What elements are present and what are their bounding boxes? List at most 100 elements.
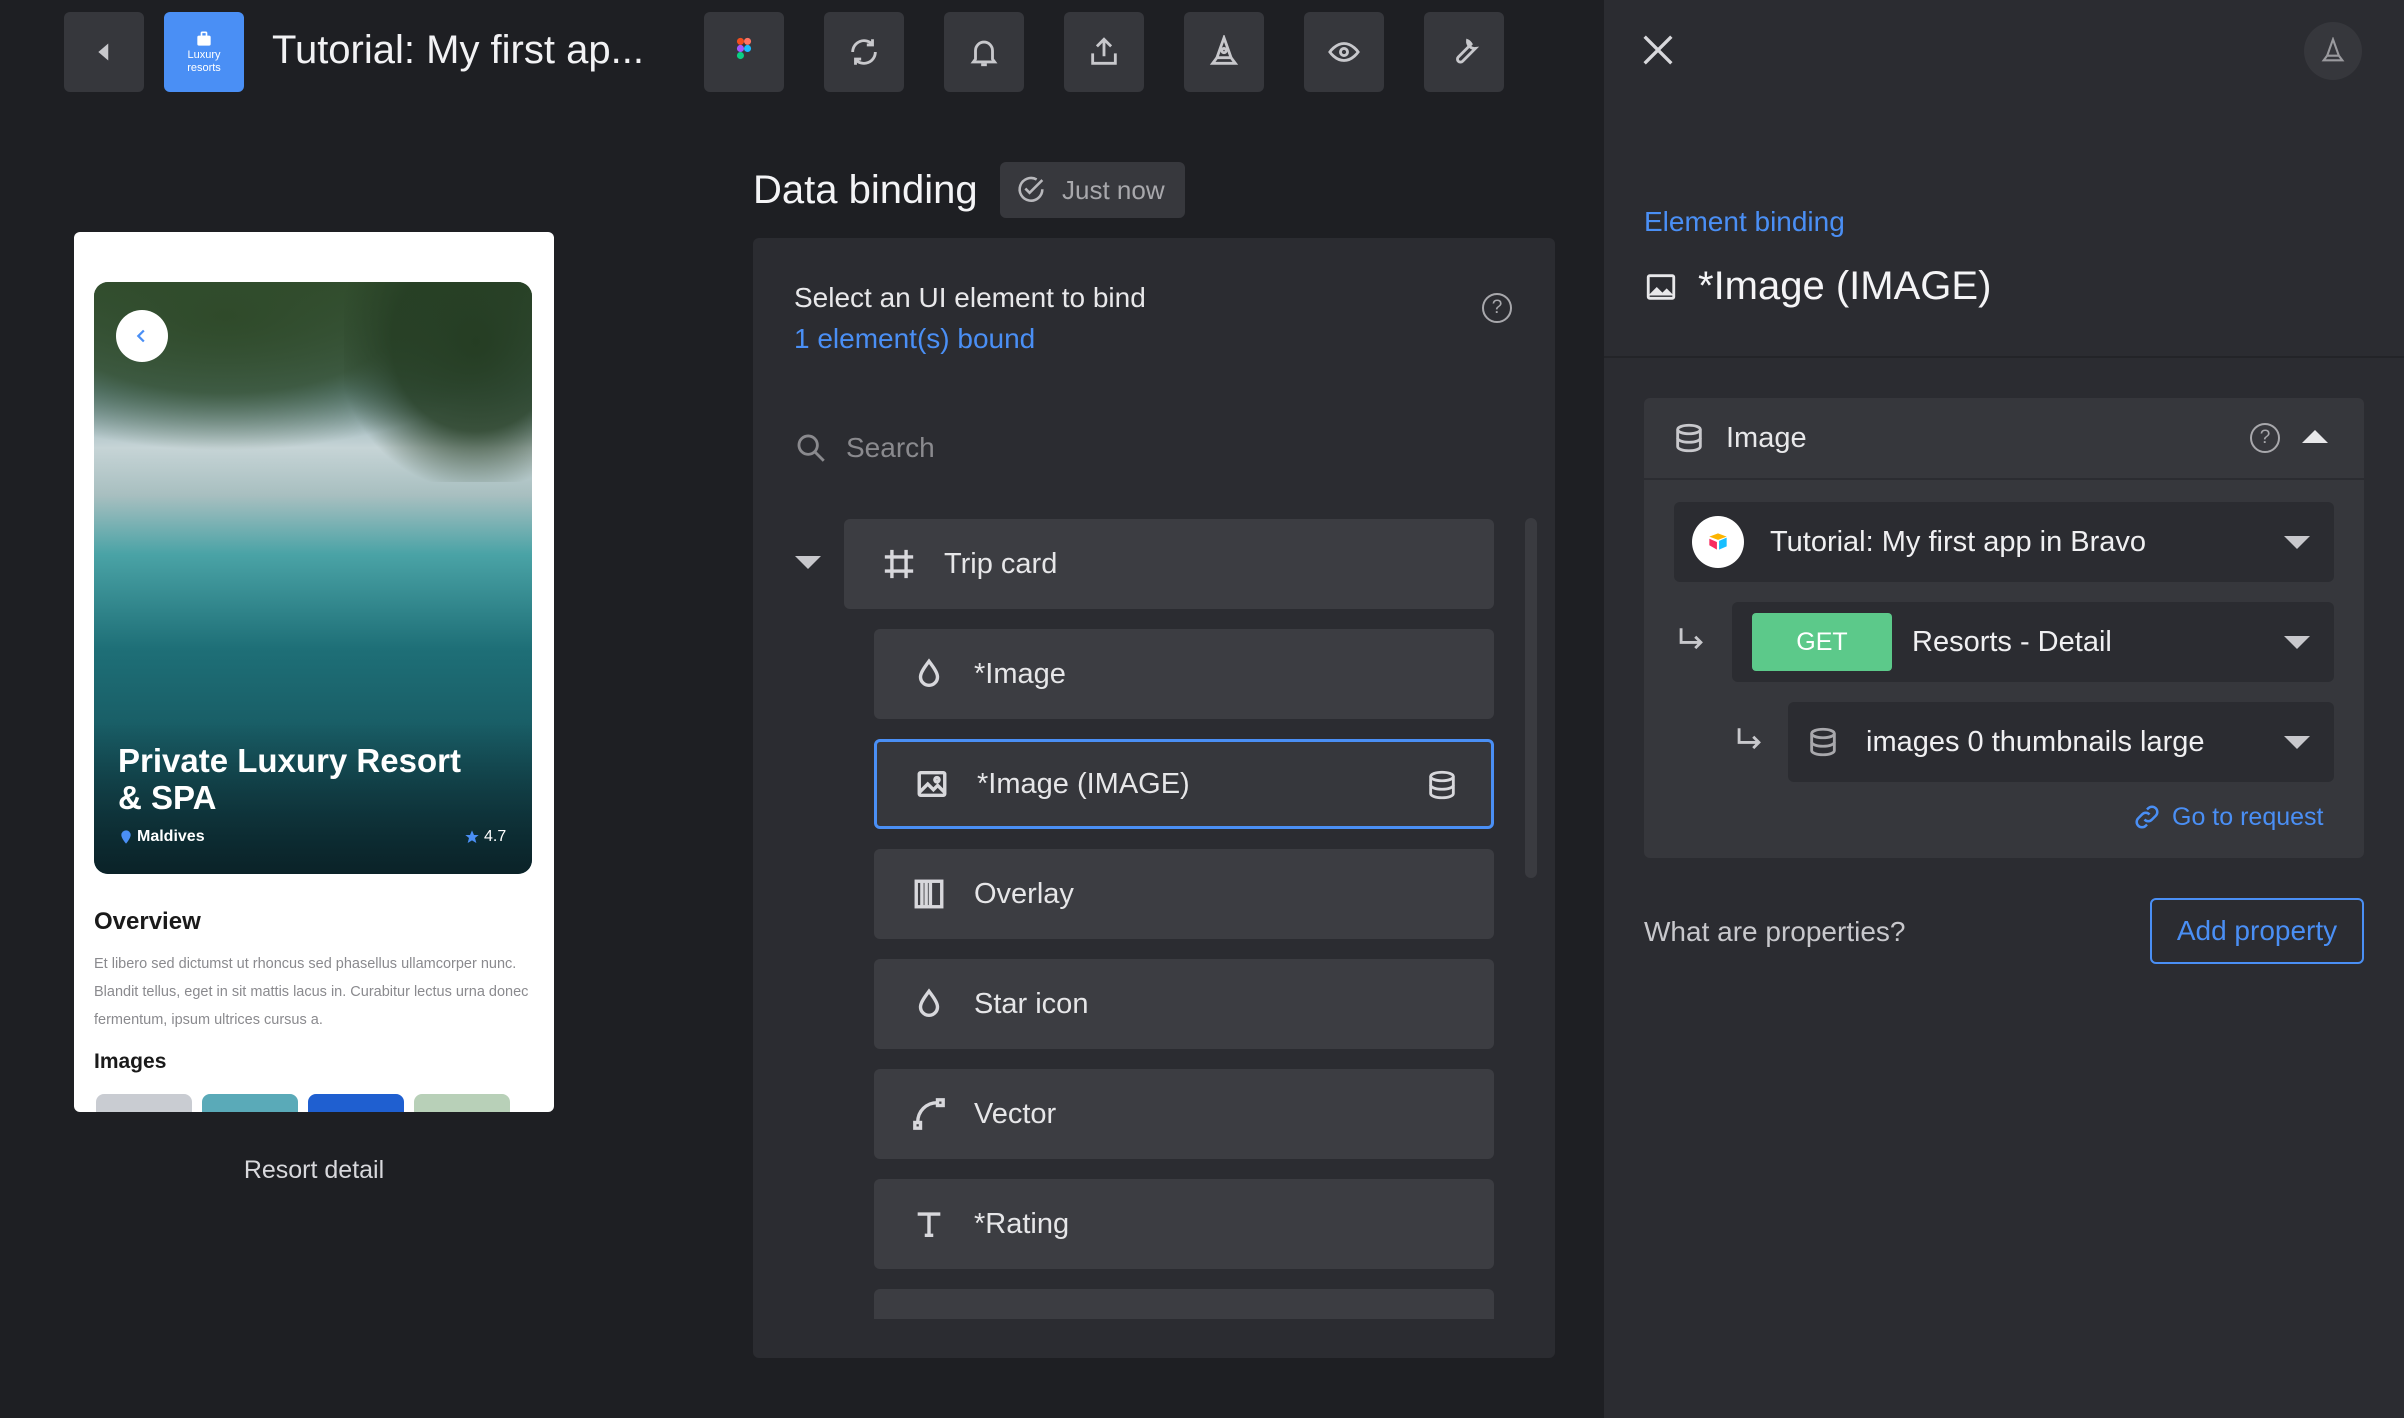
- screen-label: Resort detail: [243, 1156, 385, 1184]
- tree-scrollbar[interactable]: [1525, 518, 1537, 878]
- suitcase-icon: [197, 31, 211, 46]
- sync-button[interactable]: [824, 12, 904, 92]
- property-header[interactable]: Image ?: [1644, 398, 2364, 480]
- rocket-icon: [1209, 35, 1239, 65]
- rating-text: 4.7: [484, 828, 507, 845]
- source-logo: [1692, 516, 1744, 568]
- overview-text: Et libero sed dictumst ut rhoncus sed ph…: [94, 956, 529, 1028]
- publish-button[interactable]: [1184, 12, 1264, 92]
- divider: [1604, 356, 2404, 358]
- eye-icon: [1328, 42, 1360, 62]
- property-card: Image ? Tutorial: My first app in Bravo …: [1644, 398, 2364, 858]
- request-name: Resorts - Detail: [1912, 625, 2112, 658]
- tree-item-label: Vector: [974, 1097, 1057, 1130]
- saved-status-text: Just now: [1062, 174, 1165, 205]
- close-icon: [1643, 35, 1673, 65]
- close-button[interactable]: [1638, 30, 1678, 70]
- overview-heading: Overview: [94, 908, 201, 935]
- thumbnail: [96, 1094, 192, 1112]
- properties-help-link[interactable]: What are properties?: [1644, 916, 1905, 948]
- publish-avatar-button[interactable]: [2304, 22, 2362, 80]
- element-title-text: *Image (IMAGE): [1698, 264, 1992, 308]
- app-logo[interactable]: Luxury resorts: [164, 12, 244, 92]
- drop-icon: [910, 985, 948, 1023]
- back-arrow-icon: [98, 43, 109, 61]
- collapse-icon[interactable]: [2302, 430, 2328, 443]
- chevron-down-icon: [2284, 736, 2310, 749]
- app-logo-text: Luxury resorts: [187, 49, 221, 74]
- tree-item-label: Star icon: [974, 987, 1089, 1020]
- branch-arrow-icon: [1679, 628, 1703, 650]
- resort-title: Private Luxury Resort & SPA: [118, 742, 461, 816]
- tree-item-label: *Image (IMAGE): [977, 767, 1190, 800]
- project-title: Tutorial: My first ap...: [272, 28, 644, 72]
- star-icon: [465, 830, 479, 843]
- go-to-request-link[interactable]: Go to request: [2132, 802, 2323, 832]
- source-select[interactable]: Tutorial: My first app in Bravo: [1674, 502, 2334, 582]
- airtable-icon: [1709, 533, 1727, 550]
- tree-item-image[interactable]: *Image: [874, 629, 1494, 719]
- data-binding-heading: Data binding: [753, 168, 978, 212]
- image-icon: [913, 765, 951, 803]
- back-button[interactable]: [64, 12, 144, 92]
- branch-arrow-icon: [1737, 728, 1761, 750]
- settings-button[interactable]: [1424, 12, 1504, 92]
- upload-icon: [1091, 37, 1117, 65]
- database-icon: [1810, 727, 1836, 757]
- property-name: Image: [1726, 421, 1807, 454]
- share-button[interactable]: [1064, 12, 1144, 92]
- screen-preview[interactable]: Private Luxury Resort & SPA Maldives 4.7…: [74, 232, 554, 1112]
- bound-count-link[interactable]: 1 element(s) bound: [794, 323, 1035, 355]
- tree-item-overlay[interactable]: Overlay: [874, 849, 1494, 939]
- help-icon[interactable]: ?: [1482, 293, 1512, 323]
- vector-icon: [910, 1095, 948, 1133]
- thumbnail: [414, 1094, 510, 1112]
- database-icon: [1425, 768, 1459, 802]
- search-input[interactable]: [844, 431, 1444, 465]
- field-select[interactable]: images 0 thumbnails large u: [1788, 702, 2334, 782]
- preview-button[interactable]: [1304, 12, 1384, 92]
- method-badge: GET: [1752, 613, 1892, 671]
- tree-item-label: *Image: [974, 657, 1066, 690]
- chevron-down-icon: [2284, 536, 2310, 549]
- expand-toggle[interactable]: [795, 556, 821, 569]
- tree-item-trip-card[interactable]: Trip card: [844, 519, 1494, 609]
- saved-status-badge: Just now: [1000, 162, 1185, 218]
- images-heading: Images: [94, 1050, 167, 1073]
- bell-icon: [970, 40, 998, 67]
- location-text: Maldives: [137, 828, 205, 845]
- go-to-request-text: Go to request: [2172, 802, 2324, 831]
- hero-image: Private Luxury Resort & SPA Maldives 4.7: [94, 282, 532, 874]
- add-property-button[interactable]: Add property: [2150, 898, 2364, 964]
- tree-item-partial[interactable]: [874, 1289, 1494, 1319]
- wrench-icon: [1456, 38, 1480, 64]
- tree-item-label: Overlay: [974, 877, 1074, 910]
- source-name: Tutorial: My first app in Bravo: [1770, 525, 2147, 558]
- pin-icon: [121, 830, 131, 844]
- image-icon: [1646, 273, 1676, 300]
- check-circle-icon: [1018, 176, 1044, 202]
- tree-item-image-selected[interactable]: *Image (IMAGE): [874, 739, 1494, 829]
- sync-icon: [851, 39, 877, 65]
- help-icon[interactable]: ?: [2250, 423, 2280, 453]
- chevron-down-icon: [2284, 636, 2310, 649]
- section-label: Element binding: [1644, 206, 1845, 237]
- rating-label: 4.7: [464, 828, 506, 846]
- tree-item-vector[interactable]: Vector: [874, 1069, 1494, 1159]
- figma-icon: [736, 37, 752, 60]
- tree-item-label: *Rating: [974, 1207, 1070, 1240]
- frame-icon: [880, 545, 918, 583]
- back-icon[interactable]: [116, 310, 168, 362]
- tree-item-rating[interactable]: *Rating: [874, 1179, 1494, 1269]
- link-icon: [2135, 805, 2159, 829]
- element-binding-panel: Element binding *Image (IMAGE) Image ? T…: [1604, 0, 2404, 1418]
- tree-item-star-icon[interactable]: Star icon: [874, 959, 1494, 1049]
- thumbnail: [308, 1094, 404, 1112]
- drop-icon: [910, 655, 948, 693]
- location-label: Maldives: [118, 828, 205, 846]
- notifications-button[interactable]: [944, 12, 1024, 92]
- figma-button[interactable]: [704, 12, 784, 92]
- select-prompt: Select an UI element to bind: [794, 282, 1146, 313]
- request-select[interactable]: GET Resorts - Detail: [1732, 602, 2334, 682]
- search-box[interactable]: [794, 416, 1504, 480]
